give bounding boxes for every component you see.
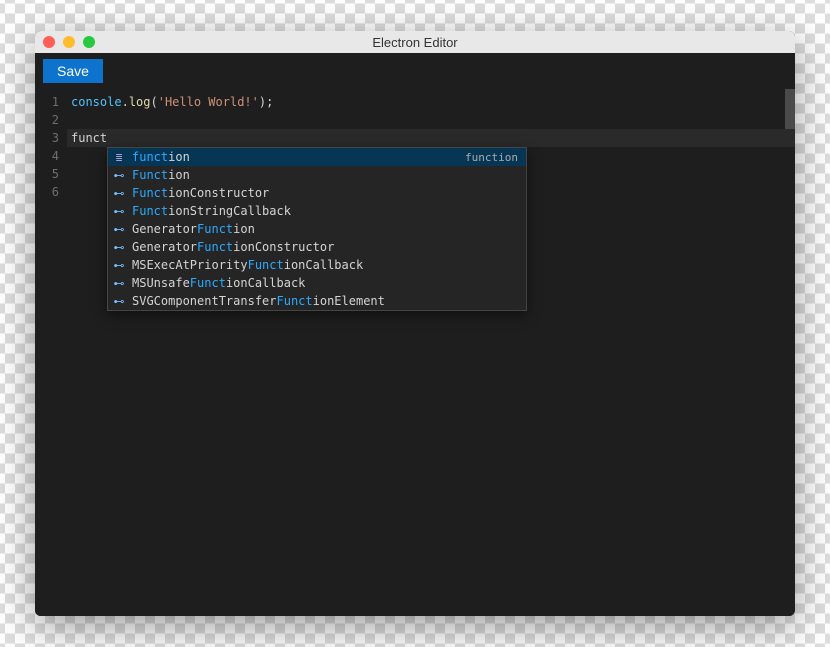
interface-icon: ⊷ — [112, 222, 126, 236]
interface-icon: ⊷ — [112, 294, 126, 308]
close-icon[interactable] — [43, 36, 55, 48]
maximize-icon[interactable] — [83, 36, 95, 48]
app-window: Electron Editor Save 1 2 3 4 5 6 console… — [35, 31, 795, 616]
interface-icon: ⊷ — [112, 168, 126, 182]
token-object: console — [71, 95, 122, 109]
code-area[interactable]: console.log('Hello World!'); funct ≣ func… — [67, 89, 795, 616]
interface-icon: ⊷ — [112, 276, 126, 290]
autocomplete-item[interactable]: ⊷ GeneratorFunctionConstructor — [108, 238, 526, 256]
code-line-current[interactable]: funct — [67, 129, 795, 147]
code-editor[interactable]: 1 2 3 4 5 6 console.log('Hello World!');… — [35, 89, 795, 616]
interface-icon: ⊷ — [112, 204, 126, 218]
autocomplete-label: FunctionConstructor — [132, 186, 522, 200]
autocomplete-label: function — [132, 150, 459, 164]
code-line[interactable] — [67, 111, 795, 129]
autocomplete-item[interactable]: ⊷ SVGComponentTransferFunctionElement — [108, 292, 526, 310]
scrollbar-thumb[interactable] — [785, 89, 795, 129]
save-button[interactable]: Save — [43, 59, 103, 83]
autocomplete-hint: function — [465, 151, 522, 164]
line-number: 2 — [35, 111, 59, 129]
autocomplete-label: FunctionStringCallback — [132, 204, 522, 218]
autocomplete-label: Function — [132, 168, 522, 182]
autocomplete-item[interactable]: ⊷ GeneratorFunction — [108, 220, 526, 238]
token-punct: . — [122, 95, 129, 109]
interface-icon: ⊷ — [112, 240, 126, 254]
keyword-icon: ≣ — [112, 150, 126, 164]
line-number: 3 — [35, 129, 59, 147]
token-punct: ( — [151, 95, 158, 109]
autocomplete-label: MSUnsafeFunctionCallback — [132, 276, 522, 290]
autocomplete-item[interactable]: ≣ function function — [108, 148, 526, 166]
line-number: 1 — [35, 93, 59, 111]
autocomplete-item[interactable]: ⊷ Function — [108, 166, 526, 184]
autocomplete-label: GeneratorFunction — [132, 222, 522, 236]
line-number: 4 — [35, 147, 59, 165]
autocomplete-label: MSExecAtPriorityFunctionCallback — [132, 258, 522, 272]
line-number: 5 — [35, 165, 59, 183]
autocomplete-item[interactable]: ⊷ MSUnsafeFunctionCallback — [108, 274, 526, 292]
line-gutter: 1 2 3 4 5 6 — [35, 89, 67, 616]
interface-icon: ⊷ — [112, 186, 126, 200]
toolbar: Save — [35, 53, 795, 89]
window-title: Electron Editor — [372, 35, 457, 50]
typed-text: funct — [71, 131, 107, 145]
autocomplete-item[interactable]: ⊷ MSExecAtPriorityFunctionCallback — [108, 256, 526, 274]
autocomplete-label: SVGComponentTransferFunctionElement — [132, 294, 522, 308]
interface-icon: ⊷ — [112, 258, 126, 272]
token-punct: ); — [259, 95, 273, 109]
autocomplete-item[interactable]: ⊷ FunctionConstructor — [108, 184, 526, 202]
token-method: log — [129, 95, 151, 109]
autocomplete-popup[interactable]: ≣ function function ⊷ Function ⊷ FunctionConst… — [107, 147, 527, 311]
autocomplete-label: GeneratorFunctionConstructor — [132, 240, 522, 254]
minimize-icon[interactable] — [63, 36, 75, 48]
token-string: 'Hello World!' — [158, 95, 259, 109]
autocomplete-item[interactable]: ⊷ FunctionStringCallback — [108, 202, 526, 220]
titlebar[interactable]: Electron Editor — [35, 31, 795, 53]
code-line[interactable]: console.log('Hello World!'); — [67, 93, 795, 111]
line-number: 6 — [35, 183, 59, 201]
traffic-lights — [43, 36, 95, 48]
